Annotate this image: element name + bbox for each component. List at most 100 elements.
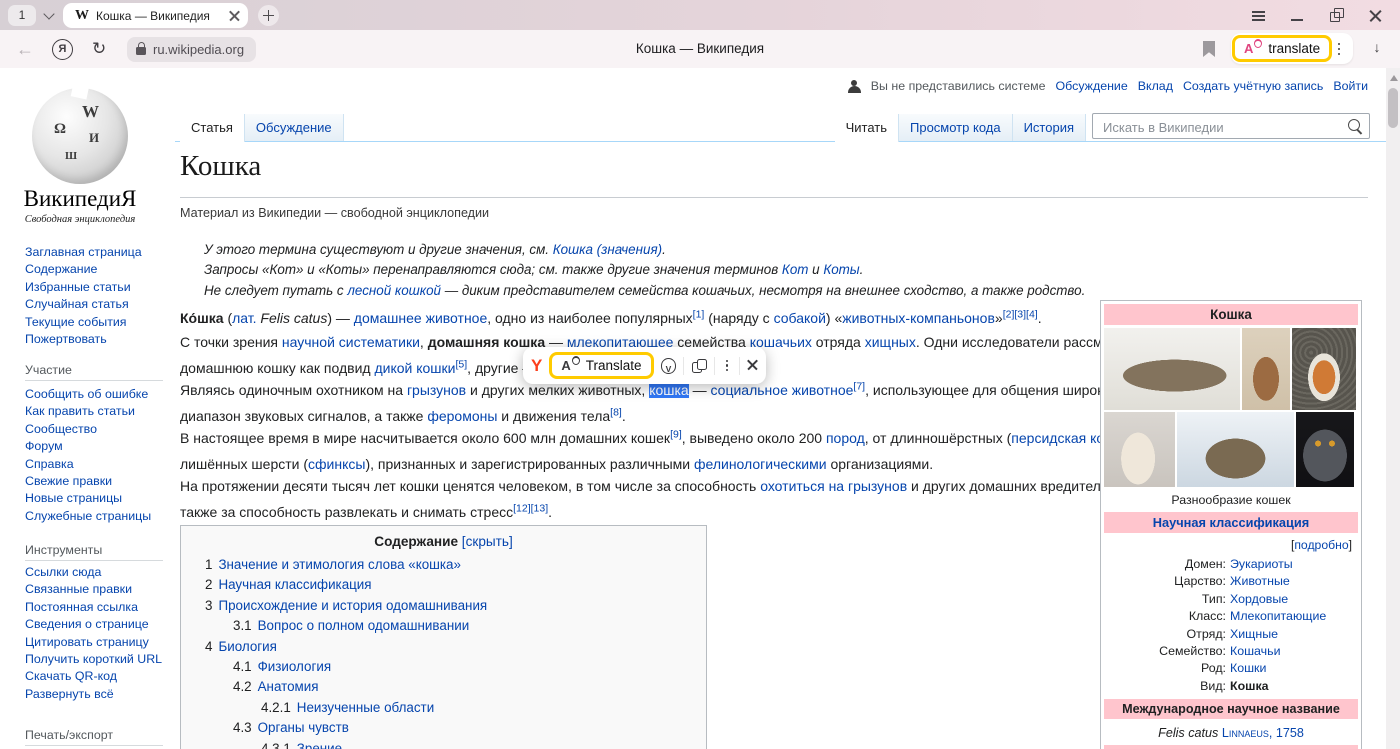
sidebar-link[interactable]: Избранные статьи — [25, 279, 165, 296]
browser-tab[interactable]: Кошка — Википедия — [63, 3, 248, 28]
popup-translate-button[interactable]: Translate — [549, 352, 653, 379]
page-scrollbar[interactable] — [1386, 68, 1400, 749]
popup-close[interactable] — [747, 357, 758, 375]
personal-link[interactable]: Обсуждение — [1056, 79, 1128, 93]
wiki-search-input[interactable] — [1101, 115, 1345, 139]
view-tab[interactable]: Просмотр кода — [899, 114, 1013, 142]
cat-photo-siamese[interactable] — [1104, 412, 1175, 487]
download-icon[interactable]: ↓ — [1368, 39, 1386, 59]
taxonomy-value[interactable]: Кошачьи — [1230, 643, 1281, 660]
toc-link[interactable]: Вопрос о полном одомашнивании — [258, 618, 470, 633]
restore-window-icon[interactable] — [1329, 8, 1345, 24]
taxonomy-value[interactable]: Эукариоты — [1230, 556, 1293, 573]
sidebar-link[interactable]: Случайная статья — [25, 296, 165, 313]
retell-icon[interactable] — [661, 358, 677, 374]
reload-icon[interactable]: ↻ — [92, 30, 106, 68]
more-options-icon[interactable] — [722, 358, 732, 374]
selection-toolbar-popup: Translate — [523, 347, 766, 384]
sidebar-link[interactable]: Как править статьи — [25, 403, 165, 420]
cat-photo-red-white[interactable] — [1292, 328, 1356, 410]
view-tab[interactable]: Читать — [835, 114, 899, 142]
sidebar-link[interactable]: Содержание — [25, 261, 165, 278]
sidebar-link[interactable]: Новые страницы — [25, 490, 165, 507]
tab-close-icon[interactable] — [229, 10, 240, 21]
taxonomy-row: Семейство: Кошачьи — [1104, 643, 1358, 660]
copy-icon[interactable] — [691, 358, 707, 374]
cat-photo-gray[interactable] — [1296, 412, 1354, 487]
personal-link[interactable]: Войти — [1333, 79, 1368, 93]
synonyms-header: Синонимы — [1104, 745, 1358, 749]
new-tab-button[interactable] — [258, 5, 279, 26]
cat-photo-abyssinian[interactable] — [1242, 328, 1290, 410]
toc-link[interactable]: Научная классификация — [218, 577, 371, 592]
chevron-down-icon[interactable] — [43, 9, 55, 21]
taxonomy-value[interactable]: Хищные — [1230, 626, 1278, 643]
namespace-tab[interactable]: Статья — [180, 114, 245, 142]
sidebar-participation: Сообщить об ошибкеКак править статьиСооб… — [25, 386, 165, 525]
sidebar-link[interactable]: Ссылки сюда — [25, 564, 165, 581]
taxonomy-value[interactable]: Хордовые — [1230, 591, 1288, 608]
taxonomy-value[interactable]: Кошки — [1230, 660, 1266, 677]
toc-link[interactable]: Анатомия — [258, 679, 319, 694]
taxonomy-value[interactable]: Животные — [1230, 573, 1290, 590]
toc-link[interactable]: Происхождение и история одомашнивания — [218, 598, 487, 613]
cat-photo-tabby-snow[interactable] — [1177, 412, 1294, 487]
sidebar-link[interactable]: Текущие события — [25, 314, 165, 331]
view-tab[interactable]: История — [1013, 114, 1086, 142]
taxonomy-value[interactable]: Кошка — [1230, 678, 1269, 695]
toc-link[interactable]: Неизученные области — [297, 700, 434, 715]
sidebar-link[interactable]: Справка — [25, 456, 165, 473]
translate-button[interactable]: translate — [1232, 35, 1332, 62]
sidebar-link[interactable]: Получить короткий URL — [25, 651, 165, 668]
classification-header[interactable]: Научная классификация — [1104, 512, 1358, 533]
scrollbar-thumb[interactable] — [1388, 88, 1398, 128]
close-icon[interactable] — [747, 359, 758, 370]
toc-number: 4.2.1 — [261, 700, 291, 715]
personal-link[interactable]: Создать учётную запись — [1183, 79, 1323, 93]
minimize-icon[interactable] — [1290, 8, 1306, 24]
toc-number: 4 — [205, 639, 212, 654]
sidebar-link[interactable]: Служебные страницы — [25, 508, 165, 525]
yandex-browser-icon[interactable] — [52, 39, 73, 60]
bookmark-icon[interactable] — [1203, 41, 1215, 57]
detail-link[interactable]: [подробно] — [1104, 536, 1358, 556]
translate-label: translate — [1268, 41, 1320, 56]
sidebar-link[interactable]: Постоянная ссылка — [25, 599, 165, 616]
taxonomy-value[interactable]: Млекопитающие — [1230, 608, 1326, 625]
search-icon[interactable] — [1348, 119, 1360, 131]
toc-link[interactable]: Физиология — [258, 659, 331, 674]
sidebar-link[interactable]: Связанные правки — [25, 581, 165, 598]
sidebar-link[interactable]: Свежие правки — [25, 473, 165, 490]
toc-link[interactable]: Органы чувств — [258, 720, 349, 735]
toc-link[interactable]: Значение и этимология слова «кошка» — [218, 557, 461, 572]
more-options-icon[interactable] — [1332, 41, 1346, 57]
sidebar-link[interactable]: Сведения о странице — [25, 616, 165, 633]
sidebar-link[interactable]: Форум — [25, 438, 165, 455]
menu-icon[interactable] — [1251, 8, 1267, 24]
sidebar-link[interactable]: Развернуть всё — [25, 686, 165, 703]
sidebar-link[interactable]: Пожертвовать — [25, 331, 165, 348]
namespace-tab[interactable]: Обсуждение — [245, 114, 344, 142]
sidebar-link[interactable]: Цитировать страницу — [25, 634, 165, 651]
namespace-tabs: СтатьяОбсуждение — [180, 114, 344, 142]
scroll-up-icon[interactable] — [1390, 75, 1398, 81]
wikipedia-tagline: Свободная энциклопедия — [0, 214, 160, 225]
address-bar[interactable]: ru.wikipedia.org — [127, 37, 256, 62]
yandex-logo-icon — [531, 356, 542, 376]
close-window-icon[interactable] — [1368, 8, 1384, 24]
sidebar-link[interactable]: Сообщество — [25, 421, 165, 438]
personal-link[interactable]: Вклад — [1138, 79, 1173, 93]
wikipedia-globe-logo[interactable] — [32, 88, 128, 184]
toc-hide-link[interactable]: [скрыть] — [462, 534, 513, 549]
hatnote: Запросы «Кот» и «Коты» перенаправляются … — [204, 262, 863, 277]
sidebar-link[interactable]: Сообщить об ошибке — [25, 386, 165, 403]
back-icon[interactable]: ← — [16, 30, 34, 68]
tab-counter[interactable]: 1 — [8, 5, 36, 26]
taxonomy-row: Царство: Животные — [1104, 573, 1358, 590]
toc-link[interactable]: Биология — [218, 639, 276, 654]
taxonomy-row: Домен: Эукариоты — [1104, 556, 1358, 573]
toc-link[interactable]: Зрение — [297, 741, 342, 749]
cat-photo-tabby-lying[interactable] — [1104, 328, 1240, 410]
sidebar-link[interactable]: Заглавная страница — [25, 244, 165, 261]
sidebar-link[interactable]: Скачать QR-код — [25, 668, 165, 685]
